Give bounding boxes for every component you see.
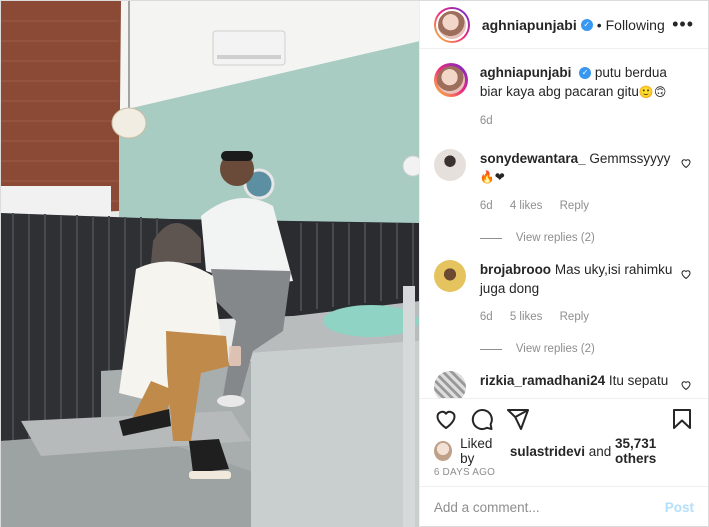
photo-illustration: [1, 1, 419, 527]
caption-time[interactable]: 6d: [480, 115, 493, 127]
caption-avatar[interactable]: [436, 66, 465, 94]
add-comment-bar: Post: [419, 486, 708, 527]
action-bar: [419, 398, 708, 438]
reply-button[interactable]: Reply: [560, 200, 589, 212]
liker-username[interactable]: sulastridevi: [510, 444, 585, 459]
heart-icon[interactable]: [434, 407, 458, 431]
comment-meta: 6d 4 likes Reply: [480, 197, 685, 216]
post-photo[interactable]: [1, 1, 419, 527]
comment-likes[interactable]: 4 likes: [510, 200, 543, 212]
author-avatar[interactable]: [435, 8, 468, 41]
author-username[interactable]: aghniapunjabi: [482, 17, 577, 33]
comment-item: sonydewantara_ Gemmssyyyy 🔥❤ 6d 4 likes …: [433, 149, 692, 216]
share-icon[interactable]: [506, 407, 530, 431]
comment-username[interactable]: brojabrooo: [480, 262, 551, 277]
likes-prefix: Liked by: [460, 436, 493, 466]
comment-input[interactable]: [433, 500, 665, 515]
replies-divider: [479, 237, 502, 239]
post-timestamp[interactable]: 6 DAYS AGO: [420, 464, 708, 486]
likes-count[interactable]: 35,731 others: [615, 436, 694, 466]
comment-username[interactable]: sonydewantara_: [480, 151, 586, 166]
comment-heart-icon[interactable]: [680, 268, 692, 280]
liker-avatar[interactable]: [433, 441, 453, 461]
commenter-avatar[interactable]: [433, 260, 466, 292]
following-button[interactable]: Following: [606, 17, 665, 33]
caption-username[interactable]: aghniapunjabi: [480, 65, 572, 80]
view-replies-label[interactable]: View replies (2): [516, 343, 595, 355]
comment-item: brojabrooo Mas uky,isi rahimku juga dong…: [433, 260, 692, 327]
commenter-avatar[interactable]: [433, 371, 466, 398]
post-side-panel: aghniapunjabi ✓ • Following ••• aghniapu…: [418, 1, 708, 527]
comment-likes[interactable]: 5 likes: [510, 311, 543, 323]
verified-icon: ✓: [579, 67, 592, 80]
post-comment-button[interactable]: Post: [665, 500, 694, 515]
view-replies-button[interactable]: View replies (2): [479, 343, 692, 355]
comment-emoji: 🔥❤: [479, 170, 505, 184]
caption: aghniapunjabi ✓ putu berdua biar kaya ab…: [433, 63, 692, 131]
comments-list[interactable]: aghniapunjabi ✓ putu berdua biar kaya ab…: [420, 49, 708, 398]
comment-item: rizkia_ramadhani24 Itu sepatu: [433, 371, 692, 398]
post-header: aghniapunjabi ✓ • Following •••: [419, 1, 708, 49]
comment-meta: 6d 5 likes Reply: [480, 308, 685, 327]
comment-icon[interactable]: [470, 407, 494, 431]
author-avatar-ring[interactable]: [433, 6, 470, 43]
comment-text: Itu sepatu: [608, 373, 669, 388]
comment-text: Gemmssyyyy: [589, 151, 671, 166]
caption-meta: 6d: [480, 112, 685, 131]
comment-username[interactable]: rizkia_ramadhani24: [480, 373, 605, 388]
header-separator: •: [596, 16, 602, 33]
reply-button[interactable]: Reply: [560, 311, 589, 323]
comment-time[interactable]: 6d: [480, 200, 493, 212]
caption-avatar-ring[interactable]: [433, 63, 468, 97]
comment-time[interactable]: 6d: [480, 311, 493, 323]
likes-summary: Liked by sulastridevi and 35,731 others: [420, 436, 708, 466]
view-replies-label[interactable]: View replies (2): [516, 232, 595, 244]
bookmark-icon[interactable]: [670, 407, 694, 431]
instagram-post: aghniapunjabi ✓ • Following ••• aghniapu…: [0, 0, 709, 527]
replies-divider: [479, 348, 502, 350]
caption-emoji: 🙂🙃: [638, 85, 667, 99]
comment-heart-icon[interactable]: [680, 157, 692, 169]
commenter-avatar[interactable]: [433, 149, 466, 181]
comment-heart-icon[interactable]: [680, 379, 692, 391]
view-replies-button[interactable]: View replies (2): [479, 232, 692, 244]
verified-icon: ✓: [580, 18, 593, 31]
likes-middle: and: [588, 443, 612, 459]
more-icon[interactable]: •••: [672, 14, 694, 35]
